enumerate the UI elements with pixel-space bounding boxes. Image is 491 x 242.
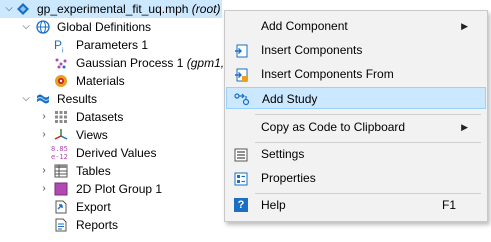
tree-label: Reports: [76, 218, 119, 232]
globe-icon: [36, 20, 50, 34]
tree-label: Views: [76, 128, 108, 142]
tree-label: Derived Values: [76, 146, 157, 160]
menu-separator: [255, 114, 481, 115]
menu-item-label: Insert Components From: [261, 67, 394, 81]
add-study-icon: [234, 91, 250, 106]
tree-item-gaussian-process[interactable]: Gaussian Process 1 (gpm1, g: [0, 54, 234, 72]
menu-item-label: Insert Components: [261, 43, 363, 57]
chevron-right-icon[interactable]: ›: [38, 162, 50, 180]
tree-label: Results: [57, 92, 98, 106]
menu-item-copy-as-code[interactable]: Copy as Code to Clipboard ▶: [226, 116, 486, 138]
chevron-down-icon[interactable]: ⌵: [3, 0, 15, 18]
tree-item-materials[interactable]: Materials: [0, 72, 222, 90]
parameters-icon: Pi: [54, 38, 64, 55]
properties-icon: [234, 171, 248, 186]
menu-item-help[interactable]: ? Help F1: [226, 194, 486, 216]
tree-label: Parameters 1: [76, 38, 149, 52]
tree-item-tables[interactable]: › Tables: [0, 162, 222, 180]
insert-components-from-icon: [234, 67, 248, 82]
help-icon: ?: [234, 198, 248, 212]
reports-icon: [54, 218, 68, 232]
table-icon: [54, 164, 68, 178]
tree-item-2d-plot-group[interactable]: › 2D Plot Group 1: [0, 180, 222, 198]
tree-item-derived-values[interactable]: 8.85 e-12 Derived Values: [0, 144, 222, 162]
tree-item-datasets[interactable]: › Datasets: [0, 108, 222, 126]
root-suffix: (root): [191, 2, 221, 16]
tree-label: Tables: [76, 164, 111, 178]
tree-item-global-definitions[interactable]: ⌵ Global Definitions: [0, 18, 222, 36]
tree-label: Materials: [76, 74, 125, 88]
menu-item-settings[interactable]: Settings: [226, 143, 486, 165]
menu-item-add-study[interactable]: Add Study: [226, 87, 486, 109]
submenu-arrow-icon: ▶: [461, 122, 468, 132]
menu-item-label: Properties: [261, 171, 316, 185]
tree-label: Datasets: [76, 110, 124, 124]
tree-label: Global Definitions: [57, 20, 152, 34]
chevron-right-icon[interactable]: ›: [38, 180, 50, 198]
chevron-right-icon[interactable]: ›: [38, 108, 50, 126]
menu-item-insert-components[interactable]: Insert Components: [226, 39, 486, 61]
tree-label: Export: [76, 200, 111, 214]
chevron-down-icon[interactable]: ⌵: [20, 90, 32, 108]
menu-item-insert-components-from[interactable]: Insert Components From: [226, 63, 486, 85]
tree-item-parameters[interactable]: Pi Parameters 1: [0, 36, 222, 54]
context-menu: Add Component ▶ Insert Components Insert…: [224, 10, 488, 222]
model-file-icon: [16, 2, 30, 16]
menu-item-label: Copy as Code to Clipboard: [261, 120, 406, 134]
insert-components-icon: [234, 43, 248, 58]
chevron-right-icon[interactable]: ›: [38, 126, 50, 144]
datasets-icon: [54, 110, 68, 124]
menu-item-label: Settings: [261, 147, 305, 161]
root-name: gp_experimental_fit_uq.mph: [37, 2, 189, 16]
materials-icon: [54, 74, 68, 88]
tree-item-root[interactable]: ⌵ gp_experimental_fit_uq.mph (root): [0, 0, 222, 18]
chevron-down-icon[interactable]: ⌵: [20, 18, 32, 36]
menu-item-label: Add Component: [261, 19, 348, 33]
derived-values-icon-line2: e-12: [51, 153, 68, 161]
tree-item-views[interactable]: › Views: [0, 126, 222, 144]
help-shortcut: F1: [441, 198, 456, 212]
gaussian-process-icon: [54, 56, 68, 70]
menu-item-label: Help: [261, 198, 286, 212]
tree-item-export[interactable]: Export: [0, 198, 222, 216]
tree-item-reports[interactable]: Reports: [0, 216, 222, 234]
submenu-arrow-icon: ▶: [461, 21, 468, 31]
menu-item-label: Add Study: [262, 92, 318, 106]
settings-icon: [234, 147, 248, 162]
derived-values-icon-line1: 8.85: [51, 145, 68, 153]
tree-label: 2D Plot Group 1: [76, 182, 163, 196]
menu-item-properties[interactable]: Properties: [226, 167, 486, 189]
results-icon: [36, 92, 50, 106]
export-icon: [54, 200, 68, 214]
gp-name: Gaussian Process 1: [76, 56, 184, 70]
tree-item-results[interactable]: ⌵ Results: [0, 90, 222, 108]
plot-group-icon: [54, 182, 68, 196]
derived-values-icon: 8.85 e-12: [51, 145, 71, 161]
menu-item-add-component[interactable]: Add Component ▶: [226, 15, 486, 37]
views-axes-icon: [54, 128, 68, 142]
